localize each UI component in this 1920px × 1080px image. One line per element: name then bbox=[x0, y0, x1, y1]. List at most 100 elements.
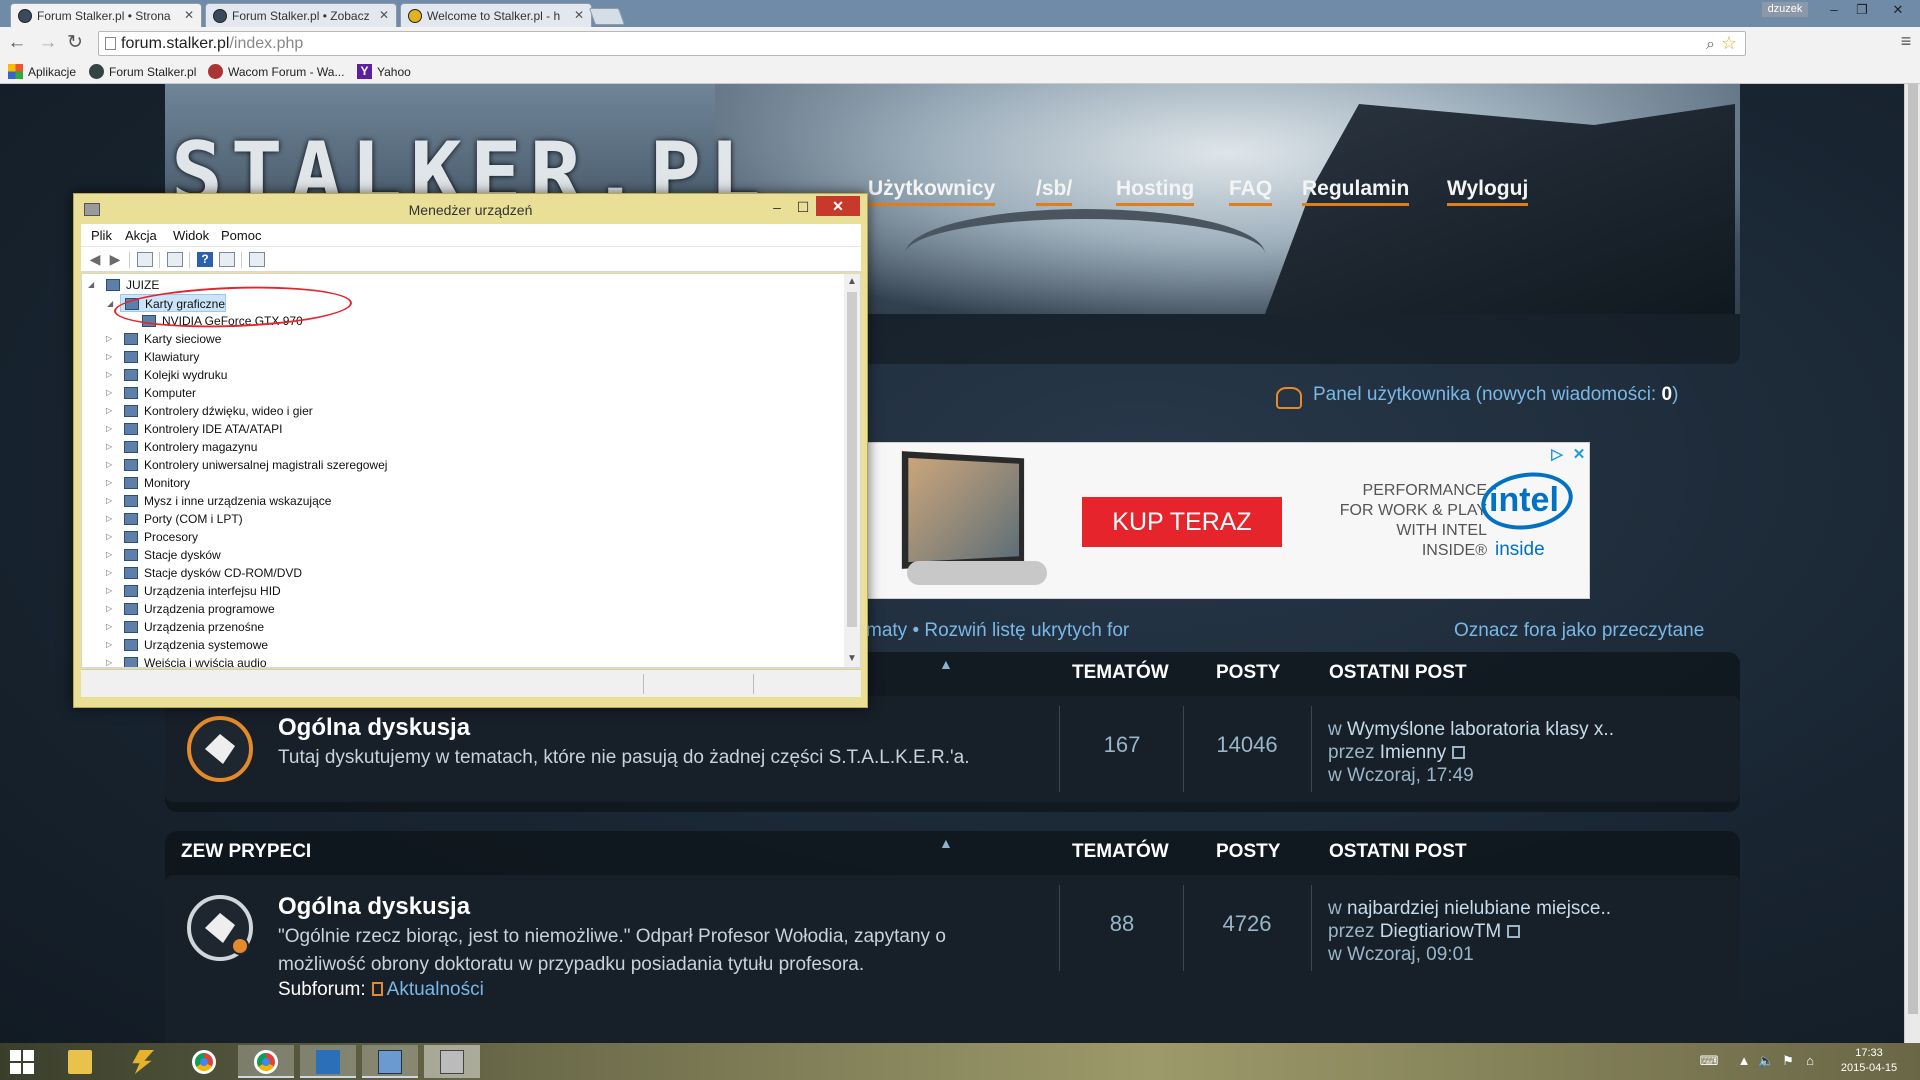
expand-triangle-icon[interactable]: ▷ bbox=[106, 528, 112, 546]
reload-icon[interactable]: ↻ bbox=[63, 31, 87, 55]
tree-node-category[interactable]: ▷ Porty (COM i LPT) bbox=[106, 510, 243, 528]
last-post-author-link[interactable]: Imienny bbox=[1380, 742, 1447, 763]
subforum-link[interactable]: Aktualności bbox=[387, 979, 484, 1000]
expand-triangle-icon[interactable]: ▷ bbox=[106, 384, 112, 402]
expand-triangle-icon[interactable]: ▷ bbox=[106, 420, 112, 438]
view-latest-post-icon[interactable] bbox=[1507, 925, 1521, 938]
show-hidden-icons-icon[interactable]: ▲ bbox=[1736, 1053, 1752, 1069]
keyboard-icon[interactable]: ⌨ bbox=[1694, 1053, 1724, 1069]
forum-links-left[interactable]: maty • Rozwiń listę ukrytych for bbox=[866, 620, 1129, 642]
tree-node-category[interactable]: ▷ Kontrolery uniwersalnej magistrali szer… bbox=[106, 456, 387, 474]
user-panel-link[interactable]: Panel użytkownika (nowych wiadomości: 0) bbox=[1313, 384, 1678, 406]
dm-close-button[interactable]: ✕ bbox=[816, 196, 860, 216]
category-title[interactable]: ZEW PRYPECI bbox=[181, 841, 311, 863]
forum-title-link[interactable]: Ogólna dyskusja bbox=[278, 714, 470, 742]
expand-triangle-icon[interactable]: ▷ bbox=[106, 582, 112, 600]
windows-start-button[interactable] bbox=[10, 1050, 34, 1074]
forward-arrow-icon[interactable]: ▶ bbox=[107, 252, 123, 267]
tree-node-category[interactable]: ▷ Kolejki wydruku bbox=[106, 366, 227, 384]
tree-node-gpu[interactable]: NVIDIA GeForce GTX 970 bbox=[138, 312, 303, 330]
tree-node-category[interactable]: ▷ Mysz i inne urządzenia wskazujące bbox=[106, 492, 331, 510]
expand-triangle-icon[interactable]: ▷ bbox=[106, 330, 112, 348]
tree-node-category[interactable]: ▷ Komputer bbox=[106, 384, 196, 402]
expand-triangle-icon[interactable]: ▷ bbox=[106, 564, 112, 582]
nav-uzytkownicy[interactable]: Użytkownicy bbox=[868, 176, 996, 206]
volume-icon[interactable]: 🔈 bbox=[1758, 1053, 1774, 1069]
taskbar-chrome[interactable] bbox=[176, 1045, 232, 1078]
bookmark-forum-stalker[interactable]: Forum Stalker.pl bbox=[89, 64, 196, 80]
scroll-up-arrow-icon[interactable]: ▲ bbox=[844, 274, 860, 290]
menu-widok[interactable]: Widok bbox=[173, 228, 209, 243]
tab-forum-stalker-strona[interactable]: Forum Stalker.pl • Strona ✕ bbox=[10, 3, 202, 27]
collapse-arrow-icon[interactable]: ▲ bbox=[939, 656, 953, 672]
expand-triangle-icon[interactable]: ▷ bbox=[106, 636, 112, 654]
action-center-flag-icon[interactable]: ⚑ bbox=[1780, 1053, 1796, 1069]
collapse-arrow-icon[interactable]: ▲ bbox=[939, 835, 953, 851]
expand-triangle-icon[interactable]: ▷ bbox=[106, 348, 112, 366]
show-hide-console-tree-icon[interactable] bbox=[137, 252, 153, 267]
expand-triangle-icon[interactable]: ▷ bbox=[106, 510, 112, 528]
nav-faq[interactable]: FAQ bbox=[1229, 176, 1273, 206]
window-titlebar[interactable]: Menedżer urządzeń – ☐ ✕ bbox=[74, 194, 867, 224]
tree-scrollbar[interactable]: ▲ ▼ bbox=[844, 274, 860, 667]
network-status-icon[interactable]: ⌂ bbox=[1802, 1053, 1818, 1069]
tree-node-category[interactable]: ▷ Wejścia i wyjścia audio bbox=[106, 654, 267, 667]
bookmark-yahoo[interactable]: Y Yahoo bbox=[357, 64, 411, 80]
user-panel-icon[interactable] bbox=[1276, 387, 1302, 409]
chrome-menu-icon[interactable]: ≡ bbox=[1896, 31, 1916, 52]
scrollbar-thumb[interactable] bbox=[1908, 84, 1918, 1014]
tree-node-category[interactable]: ▷ Monitory bbox=[106, 474, 190, 492]
scroll-down-arrow-icon[interactable]: ▼ bbox=[844, 651, 860, 667]
dm-minimize-button[interactable]: – bbox=[764, 197, 790, 217]
expand-triangle-icon[interactable]: ▷ bbox=[106, 474, 112, 492]
bookmark-wacom-forum[interactable]: Wacom Forum - Wa... bbox=[208, 64, 344, 80]
expand-triangle-icon[interactable]: ▷ bbox=[106, 438, 112, 456]
back-arrow-icon[interactable]: ◀ bbox=[87, 252, 103, 267]
close-window-button[interactable]: ✕ bbox=[1876, 0, 1920, 19]
scan-hardware-icon[interactable] bbox=[249, 252, 265, 267]
menu-akcja[interactable]: Akcja bbox=[125, 228, 157, 243]
forum-title-link[interactable]: Ogólna dyskusja bbox=[278, 893, 470, 921]
tab-close-icon[interactable]: ✕ bbox=[379, 8, 389, 22]
taskbar-windows-live[interactable] bbox=[300, 1045, 356, 1078]
tree-node-category[interactable]: ▷ Stacje dysków bbox=[106, 546, 221, 564]
collapse-triangle-icon[interactable]: ◢ bbox=[88, 276, 94, 294]
expand-triangle-icon[interactable]: ▷ bbox=[106, 492, 112, 510]
forward-arrow-icon[interactable]: → bbox=[36, 31, 60, 55]
last-post-topic-link[interactable]: Wymyślone laboratoria klasy x.. bbox=[1347, 719, 1614, 740]
taskbar-clock[interactable]: 17:33 2015-04-15 bbox=[1830, 1046, 1908, 1076]
properties-icon[interactable] bbox=[167, 252, 183, 267]
page-scrollbar[interactable] bbox=[1904, 84, 1920, 1043]
ad-buy-now-button[interactable]: KUP TERAZ bbox=[1082, 497, 1282, 547]
tree-node-category[interactable]: ▷ Urządzenia programowe bbox=[106, 600, 275, 618]
tree-node-category[interactable]: ▷ Karty sieciowe bbox=[106, 330, 221, 348]
last-post-topic-link[interactable]: najbardziej nielubiane miejsce.. bbox=[1347, 898, 1611, 919]
collapse-triangle-icon[interactable]: ◢ bbox=[107, 295, 113, 313]
expand-triangle-icon[interactable]: ▷ bbox=[106, 402, 112, 420]
taskbar-device-manager[interactable] bbox=[424, 1045, 480, 1078]
bookmark-aplikacje[interactable]: Aplikacje bbox=[8, 64, 76, 80]
tree-node-category[interactable]: ▷ Kontrolery magazynu bbox=[106, 438, 257, 456]
tree-node-category[interactable]: ▷ Kontrolery IDE ATA/ATAPI bbox=[106, 420, 283, 438]
expand-triangle-icon[interactable]: ▷ bbox=[106, 366, 112, 384]
ad-close-icon[interactable]: ✕ bbox=[1569, 445, 1589, 465]
action-pane-icon[interactable] bbox=[219, 252, 235, 267]
tree-node-category[interactable]: ▷ Urządzenia interfejsu HID bbox=[106, 582, 281, 600]
tab-welcome-stalker[interactable]: Welcome to Stalker.pl - h ✕ bbox=[400, 3, 592, 27]
tab-forum-stalker-zobacz[interactable]: Forum Stalker.pl • Zobacz ✕ bbox=[205, 3, 397, 27]
new-tab-button[interactable] bbox=[588, 8, 626, 25]
tree-node-category[interactable]: ▷ Kontrolery dźwięku, wideo i gier bbox=[106, 402, 313, 420]
minimize-button[interactable]: – bbox=[1820, 0, 1848, 19]
address-bar[interactable]: forum.stalker.pl/index.php ⌕ ☆ bbox=[98, 31, 1746, 56]
menu-plik[interactable]: Plik bbox=[91, 228, 112, 243]
taskbar-network[interactable] bbox=[362, 1045, 418, 1078]
profile-badge[interactable]: dzuzek bbox=[1762, 2, 1808, 17]
help-icon[interactable]: ? bbox=[197, 252, 213, 267]
nav-regulamin[interactable]: Regulamin bbox=[1302, 176, 1410, 206]
taskbar-app[interactable] bbox=[114, 1045, 170, 1078]
expand-triangle-icon[interactable]: ▷ bbox=[106, 618, 112, 636]
expand-triangle-icon[interactable]: ▷ bbox=[106, 600, 112, 618]
tab-close-icon[interactable]: ✕ bbox=[184, 8, 194, 22]
tab-close-icon[interactable]: ✕ bbox=[574, 8, 584, 22]
adchoices-icon[interactable]: ▷ bbox=[1547, 445, 1567, 465]
